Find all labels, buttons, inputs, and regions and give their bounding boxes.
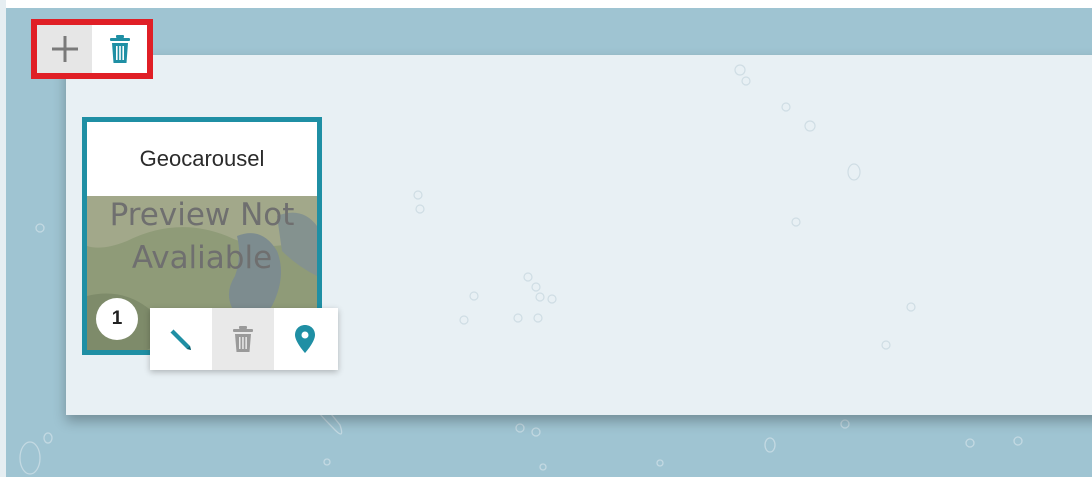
delete-all-button[interactable] bbox=[92, 25, 147, 73]
top-edge bbox=[0, 0, 1092, 8]
preview-text-line-1: Preview Not bbox=[109, 197, 295, 233]
preview-unavailable-text: Preview Not Avaliable bbox=[87, 196, 317, 280]
locate-button[interactable] bbox=[274, 308, 336, 370]
add-button[interactable] bbox=[37, 25, 92, 73]
trash-icon bbox=[233, 326, 253, 352]
card-actions bbox=[150, 308, 338, 370]
left-edge bbox=[0, 0, 6, 477]
pencil-icon bbox=[169, 328, 191, 350]
trash-icon bbox=[109, 35, 130, 63]
map-marker-icon bbox=[295, 325, 315, 353]
plus-icon bbox=[51, 36, 78, 62]
card-index-badge: 1 bbox=[96, 298, 138, 340]
carousel-toolbar bbox=[31, 19, 153, 79]
card-title: Geocarousel bbox=[87, 122, 317, 196]
delete-card-button[interactable] bbox=[212, 308, 274, 370]
edit-button[interactable] bbox=[150, 308, 212, 370]
preview-text-line-2: Avaliable bbox=[131, 240, 273, 276]
